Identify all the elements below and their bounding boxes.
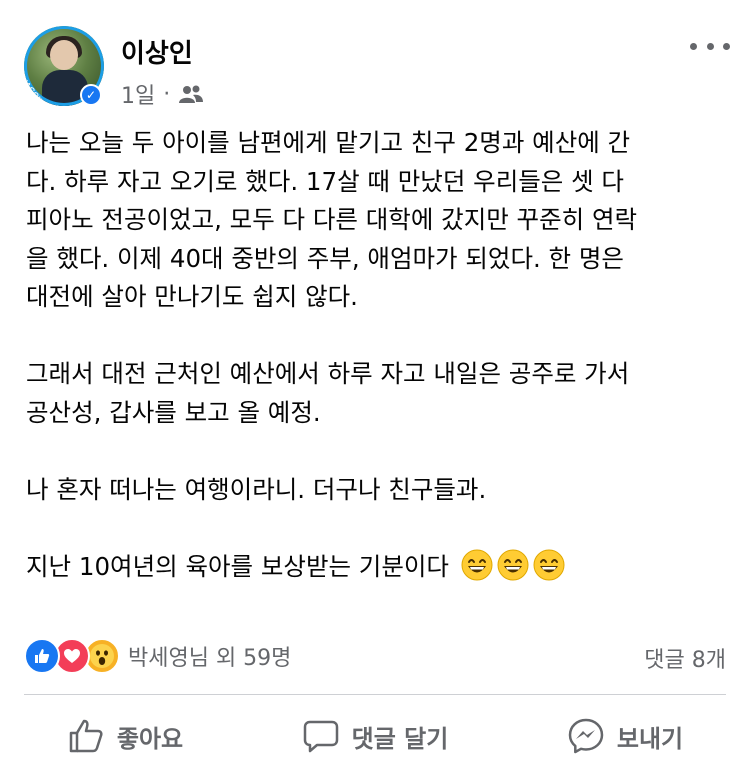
like-button[interactable]: 좋아요 (0, 700, 250, 772)
post-time[interactable]: 1일 (121, 78, 155, 110)
like-label: 좋아요 (116, 724, 184, 753)
post-body: 나는 오늘 두 아이를 남편에게 맡기고 친구 2명과 예산에 간 다. 하루 … (26, 124, 726, 586)
friends-icon (178, 84, 204, 104)
meta-separator: · (163, 81, 171, 107)
post-paragraph: 나는 오늘 두 아이를 남편에게 맡기고 친구 2명과 예산에 간 다. 하루 … (26, 128, 638, 311)
post-paragraph: 나 혼자 떠나는 여행이라니. 더구나 친구들과. (26, 474, 487, 504)
like-reaction-icon (24, 638, 60, 674)
thumbs-up-icon (69, 719, 103, 753)
grinning-face-emoji-icon (533, 549, 565, 580)
post-paragraph: 지난 10여년의 육아를 보상받는 기분이다 (26, 548, 726, 587)
comment-bubble-icon (303, 720, 338, 753)
grinning-face-emoji-icon (497, 549, 529, 580)
post-meta: 1일 · (121, 78, 204, 110)
divider (24, 694, 726, 695)
action-bar: 좋아요 댓글 달기 보내기 (0, 700, 750, 772)
share-label: 보내기 (616, 724, 684, 753)
verified-check-icon: ✓ (80, 84, 102, 106)
comment-button[interactable]: 댓글 달기 (250, 700, 500, 772)
author-name[interactable]: 이상인 (121, 33, 193, 70)
comment-label: 댓글 달기 (351, 724, 449, 753)
more-options-icon[interactable] (690, 32, 730, 60)
post-header: VACCINATED ✓ 이상인 1일 · (0, 0, 750, 120)
messenger-icon (568, 718, 604, 754)
comments-count[interactable]: 댓글 8개 (644, 642, 726, 674)
reactions-summary[interactable]: 박세영님 외 59명 (24, 638, 291, 674)
post-paragraph: 그래서 대전 근처인 예산에서 하루 자고 내일은 공주로 가서 공산성, 갑사… (26, 359, 630, 427)
reactions-text[interactable]: 박세영님 외 59명 (128, 640, 291, 672)
grinning-face-emoji-icon (461, 549, 493, 580)
share-button[interactable]: 보내기 (500, 700, 750, 772)
